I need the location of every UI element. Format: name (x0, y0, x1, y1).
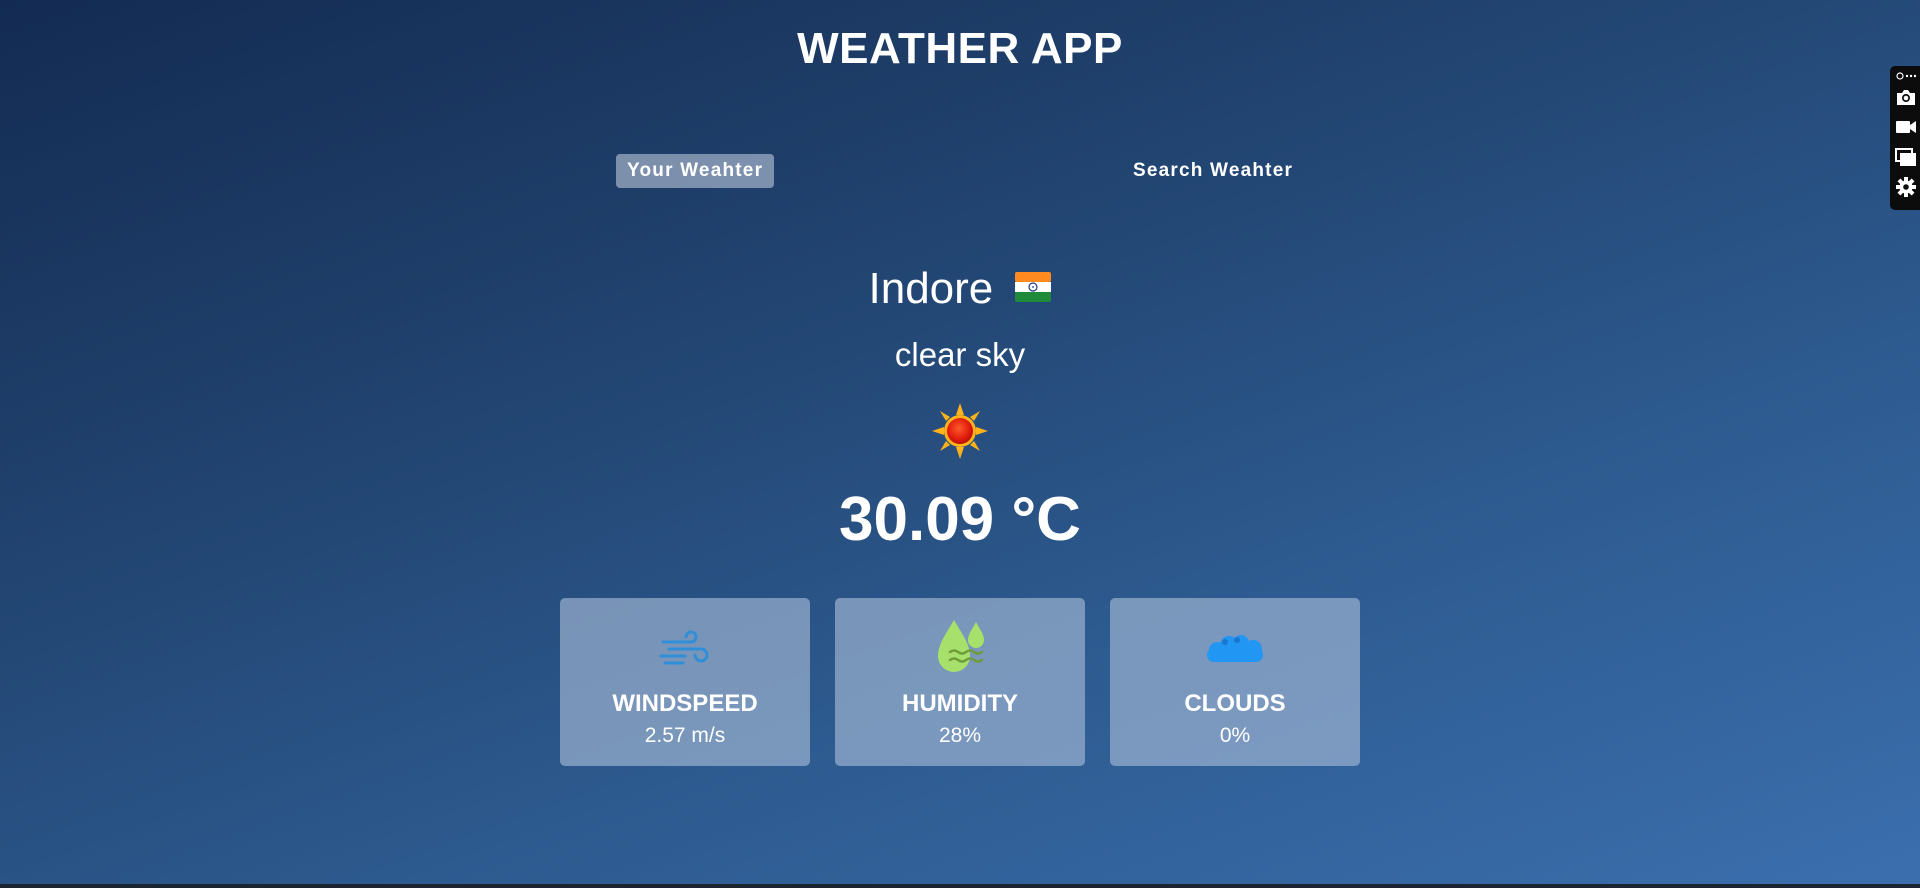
clouds-card: CLOUDS 0% (1110, 598, 1360, 766)
city-name: Indore (868, 264, 994, 313)
app-title: WEATHER APP (797, 24, 1123, 73)
temperature: 30.09 °C (839, 485, 1081, 554)
tab-search-weather[interactable]: Search Weahter (1122, 154, 1304, 188)
tab-bar: Your Weahter Search Weahter (0, 154, 1920, 188)
video-icon[interactable] (1895, 116, 1917, 138)
windspeed-card: WINDSPEED 2.57 m/s (560, 598, 810, 766)
india-flag-icon (1014, 272, 1051, 303)
more-icon[interactable] (1895, 70, 1917, 82)
humidity-title: HUMIDITY (902, 690, 1018, 717)
windspeed-value: 2.57 m/s (644, 724, 726, 747)
humidity-value: 28% (938, 724, 982, 747)
clouds-value: 0% (1219, 724, 1251, 747)
camera-icon[interactable] (1895, 86, 1917, 108)
wind-icon (659, 630, 709, 665)
weather-description: clear sky (894, 336, 1026, 373)
bottom-strip (0, 884, 1920, 888)
stats-cards: WINDSPEED 2.57 m/s HUMIDITY 28% CLOUDS 0… (560, 598, 1360, 766)
clouds-title: CLOUDS (1184, 690, 1286, 717)
extension-toolbar (1890, 66, 1920, 210)
window-icon[interactable] (1895, 146, 1917, 168)
cloud-icon (1207, 635, 1263, 662)
tab-your-weather[interactable]: Your Weahter (616, 154, 775, 188)
gear-icon[interactable] (1895, 176, 1917, 198)
city-row: Indore (0, 264, 1920, 314)
sun-icon (932, 403, 988, 459)
humidity-icon (938, 620, 984, 672)
humidity-card: HUMIDITY 28% (835, 598, 1085, 766)
windspeed-title: WINDSPEED (612, 690, 758, 717)
